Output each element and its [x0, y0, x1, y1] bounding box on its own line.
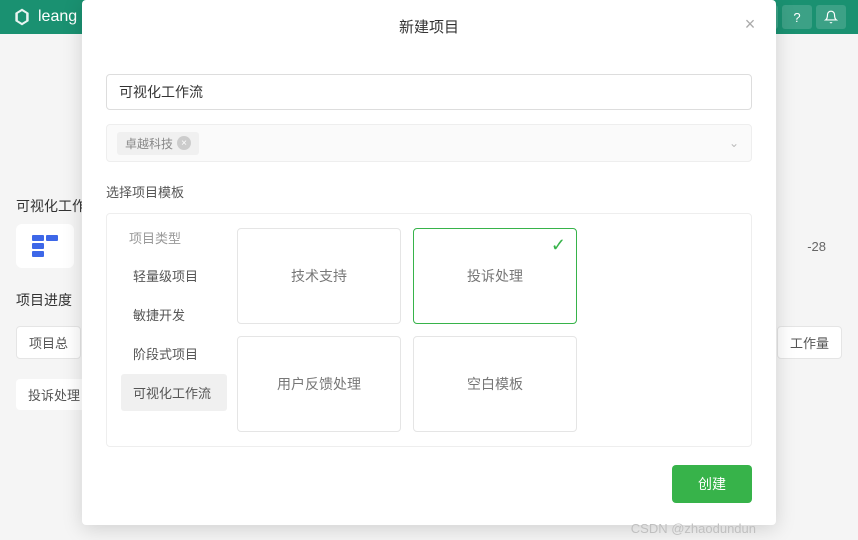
template-label: 投诉处理 [467, 266, 523, 286]
type-item-agile[interactable]: 敏捷开发 [121, 296, 227, 333]
type-item-lightweight[interactable]: 轻量级项目 [121, 257, 227, 294]
template-section-label: 选择项目模板 [106, 182, 752, 201]
modal-footer: 创建 [82, 455, 776, 525]
close-icon: × [745, 14, 756, 35]
template-label: 空白模板 [467, 374, 523, 394]
modal-header: 新建项目 × [82, 0, 776, 50]
template-picker: 项目类型 轻量级项目 敏捷开发 阶段式项目 可视化工作流 技术支持 ✓ 投诉处理 [106, 213, 752, 447]
template-label: 技术支持 [291, 266, 347, 286]
template-tech-support[interactable]: 技术支持 [237, 228, 401, 324]
tag-remove-icon[interactable]: × [177, 136, 191, 150]
project-name-input[interactable] [106, 74, 752, 110]
type-item-workflow[interactable]: 可视化工作流 [121, 374, 227, 411]
type-column-title: 项目类型 [121, 228, 227, 247]
template-complaint[interactable]: ✓ 投诉处理 [413, 228, 577, 324]
org-tag-chip: 卓越科技 × [117, 132, 199, 155]
check-icon: ✓ [551, 235, 566, 256]
org-tag-select[interactable]: 卓越科技 × ⌄ [106, 124, 752, 162]
template-blank[interactable]: 空白模板 [413, 336, 577, 432]
modal-close-button[interactable]: × [740, 14, 760, 34]
modal-title: 新建项目 [82, 16, 776, 37]
project-type-column: 项目类型 轻量级项目 敏捷开发 阶段式项目 可视化工作流 [121, 228, 227, 432]
type-item-staged[interactable]: 阶段式项目 [121, 335, 227, 372]
modal-overlay: 新建项目 × 卓越科技 × ⌄ 选择项目模板 项目类型 轻量级项目 [0, 0, 858, 540]
chevron-down-icon: ⌄ [729, 136, 739, 150]
create-button[interactable]: 创建 [672, 465, 752, 503]
template-grid: 技术支持 ✓ 投诉处理 用户反馈处理 空白模板 [237, 228, 737, 432]
new-project-modal: 新建项目 × 卓越科技 × ⌄ 选择项目模板 项目类型 轻量级项目 [82, 0, 776, 525]
watermark: CSDN @zhaodundun [631, 521, 756, 536]
org-tag-label: 卓越科技 [125, 135, 173, 152]
modal-body: 卓越科技 × ⌄ 选择项目模板 项目类型 轻量级项目 敏捷开发 阶段式项目 可视… [82, 50, 776, 455]
template-feedback[interactable]: 用户反馈处理 [237, 336, 401, 432]
template-label: 用户反馈处理 [277, 374, 361, 394]
